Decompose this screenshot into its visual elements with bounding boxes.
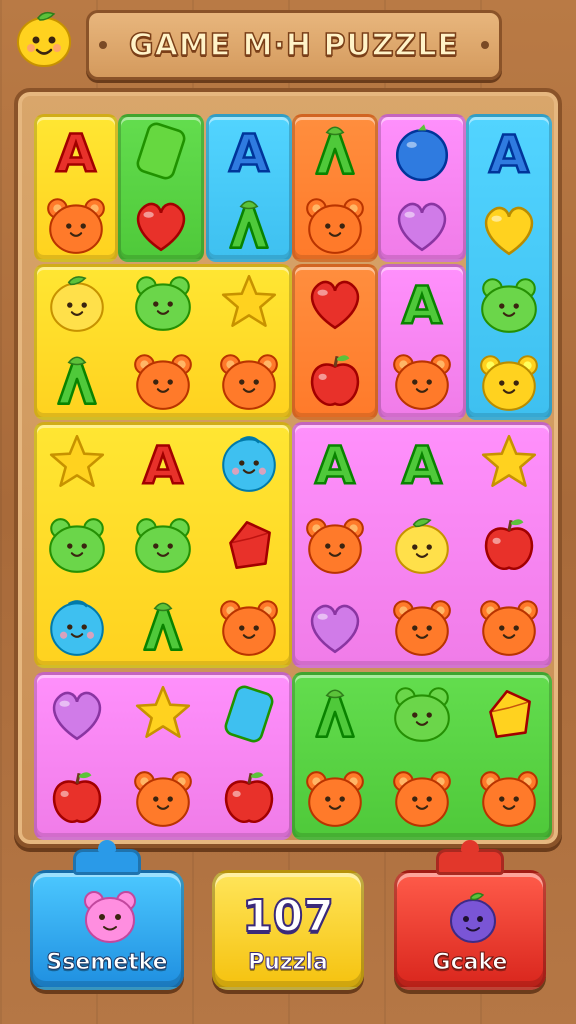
letter-a-icon[interactable]: A — [389, 430, 455, 496]
panel-green-bottom — [292, 672, 552, 840]
bear-face-icon[interactable] — [216, 348, 282, 414]
purple-berry-icon — [443, 887, 503, 947]
frog-face-icon[interactable] — [44, 512, 110, 578]
heart-icon[interactable] — [44, 681, 110, 747]
heart-icon[interactable] — [128, 192, 194, 258]
bear-face-icon[interactable] — [302, 512, 368, 578]
letter-a-icon[interactable]: A — [130, 430, 196, 496]
apple-icon[interactable] — [44, 765, 110, 831]
berry-icon[interactable] — [389, 118, 455, 184]
heart-icon[interactable] — [302, 594, 368, 660]
panel-yellow-grid: A — [34, 422, 292, 668]
svg-text:A: A — [229, 125, 269, 184]
heart-icon[interactable] — [389, 192, 455, 258]
heart-icon[interactable] — [302, 270, 368, 336]
heart-icon[interactable] — [476, 196, 542, 262]
leaf-a-icon[interactable] — [302, 118, 368, 184]
panel-orange-a — [292, 114, 378, 262]
block-icon[interactable] — [216, 681, 282, 747]
bear-face-icon[interactable] — [302, 765, 368, 831]
svg-text:A: A — [489, 126, 529, 185]
svg-text:A: A — [402, 437, 442, 496]
bear-face-icon[interactable] — [476, 765, 542, 831]
leaf-a-icon[interactable] — [44, 348, 110, 414]
letter-a-icon[interactable]: A — [43, 118, 109, 184]
star-icon[interactable] — [130, 681, 196, 747]
button-tab — [73, 840, 141, 875]
score-display: 107 Puzzla — [212, 870, 364, 990]
star-icon[interactable] — [216, 270, 282, 336]
apple-icon[interactable] — [476, 512, 542, 578]
panel-yellow-big — [34, 264, 292, 420]
svg-text:A: A — [56, 125, 96, 184]
leaf-a-icon[interactable] — [130, 594, 196, 660]
letter-a-icon[interactable]: A — [302, 430, 368, 496]
panel-pink-grid: AA — [292, 422, 552, 668]
frog-face-icon[interactable] — [130, 270, 196, 336]
bear-face-icon[interactable] — [476, 594, 542, 660]
lemon-logo-icon — [12, 6, 76, 70]
lemon-face-icon[interactable] — [389, 512, 455, 578]
title-plank: GAME M·H PUZZLE — [86, 10, 502, 80]
nail-right — [481, 41, 489, 49]
panel-orange-b — [292, 264, 378, 420]
bear-face-icon[interactable] — [130, 348, 196, 414]
letter-a-icon[interactable]: A — [216, 118, 282, 184]
frog-face-icon[interactable] — [476, 272, 542, 338]
panel-yellow-a: A — [34, 114, 118, 262]
gem-icon[interactable] — [476, 681, 542, 747]
letter-a-icon[interactable]: A — [476, 119, 542, 186]
panel-pink-bottom — [34, 672, 292, 840]
panel-green-a — [118, 114, 204, 262]
lemon-face-icon[interactable] — [44, 270, 110, 336]
bear-face-icon[interactable] — [130, 765, 196, 831]
score-label: Puzzla — [248, 950, 329, 976]
frog-face-icon[interactable] — [389, 681, 455, 747]
panel-pink-b: A — [378, 264, 466, 420]
gem-icon[interactable] — [216, 512, 282, 578]
svg-text:A: A — [402, 277, 442, 336]
star-icon[interactable] — [476, 430, 542, 496]
bear-face-icon[interactable] — [389, 765, 455, 831]
star-icon[interactable] — [44, 430, 110, 496]
page-title: GAME M·H PUZZLE — [128, 27, 459, 64]
score-value: 107 — [241, 890, 335, 943]
semetke-button[interactable]: Ssemetke — [30, 840, 184, 990]
bear-face-icon[interactable] — [216, 594, 282, 660]
panel-blue-tall: A — [466, 114, 552, 420]
frog-face-icon[interactable] — [130, 512, 196, 578]
nail-left — [99, 41, 107, 49]
bear-face-icon[interactable] — [389, 348, 455, 414]
panel-pink-a — [378, 114, 466, 262]
svg-text:A: A — [143, 437, 183, 496]
apple-icon[interactable] — [216, 765, 282, 831]
gcake-label: Gcake — [432, 950, 508, 976]
pink-bear-icon — [80, 887, 140, 947]
panel-blue-a: A — [206, 114, 292, 262]
button-tab — [436, 840, 504, 875]
block-icon[interactable] — [128, 118, 194, 184]
semetke-label: Ssemetke — [46, 950, 168, 976]
leaf-a-icon[interactable] — [302, 681, 368, 747]
leaf-a-icon[interactable] — [216, 192, 282, 258]
svg-text:A: A — [315, 437, 355, 496]
bear-face-icon[interactable] — [302, 192, 368, 258]
game-board: A A A A A A A — [14, 88, 562, 848]
apple-icon[interactable] — [302, 348, 368, 414]
blob-face-icon[interactable] — [44, 594, 110, 660]
blob-face-icon[interactable] — [216, 430, 282, 496]
bear-face-icon[interactable] — [389, 594, 455, 660]
bear-face-icon[interactable] — [43, 192, 109, 258]
gcake-button[interactable]: Gcake — [394, 840, 546, 990]
bear-face-icon[interactable] — [476, 349, 542, 415]
letter-a-icon[interactable]: A — [389, 270, 455, 336]
